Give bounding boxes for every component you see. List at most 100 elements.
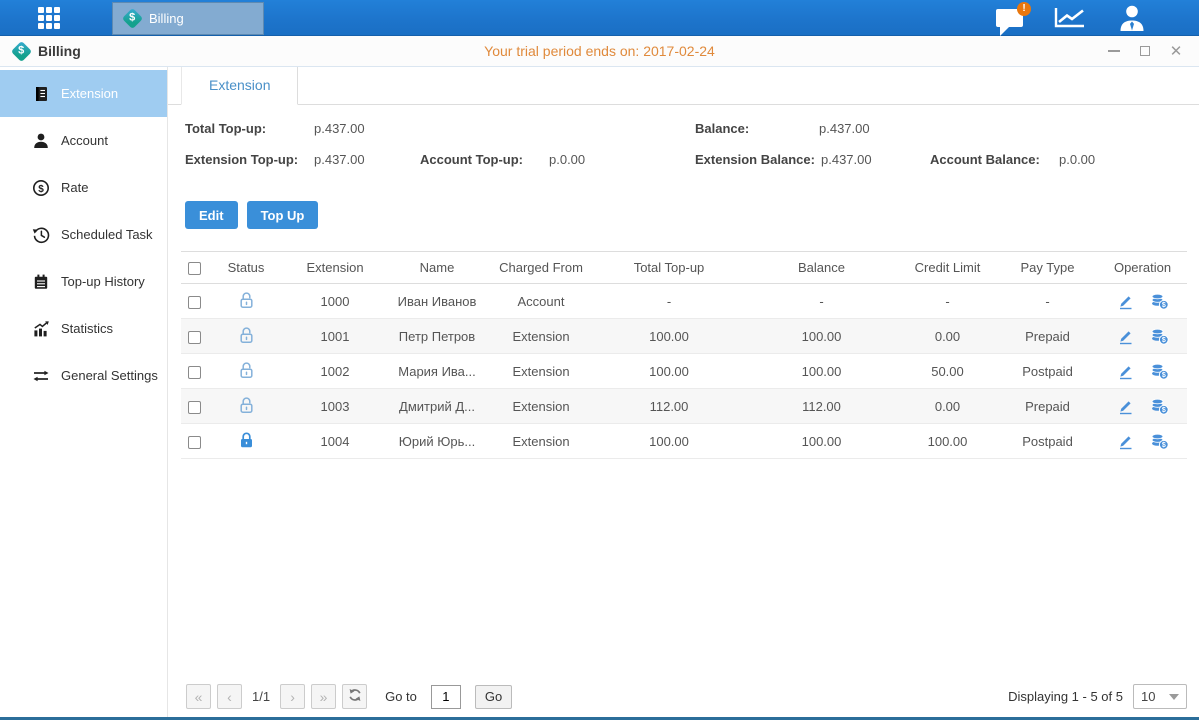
sidebar-item-topup-history[interactable]: Top-up History	[0, 258, 167, 305]
billing-app-window: $ Billing !	[0, 0, 1199, 720]
cell-balance: 100.00	[745, 424, 898, 459]
edit-row-icon[interactable]	[1117, 433, 1134, 450]
svg-text:$: $	[1161, 407, 1165, 414]
balance-value: p.437.00	[819, 121, 870, 136]
tab-extension[interactable]: Extension	[181, 67, 298, 105]
first-page-button[interactable]: «	[186, 684, 211, 709]
cell-extension: 1001	[285, 319, 385, 354]
billing-diamond-icon: $	[122, 8, 143, 29]
account-topup-value: p.0.00	[549, 152, 585, 167]
cell-total-topup: 112.00	[593, 389, 745, 424]
scheduled-task-icon	[31, 225, 50, 244]
edit-row-icon[interactable]	[1117, 363, 1134, 380]
sidebar-item-label: Extension	[61, 86, 118, 101]
cell-extension: 1003	[285, 389, 385, 424]
cell-extension: 1002	[285, 354, 385, 389]
sidebar-item-rate[interactable]: $ Rate	[0, 164, 167, 211]
next-page-button[interactable]: ›	[280, 684, 305, 709]
unlocked-icon	[238, 297, 255, 312]
displaying-text: Displaying 1 - 5 of 5	[1008, 689, 1123, 704]
unlocked-icon	[238, 402, 255, 417]
cell-charged-from: Extension	[489, 389, 593, 424]
cell-name: Петр Петров	[385, 319, 489, 354]
table-row: 1001 Петр Петров Extension 100.00 100.00…	[181, 319, 1187, 354]
sidebar-item-label: Top-up History	[61, 274, 145, 289]
goto-page-input[interactable]	[431, 685, 461, 709]
topup-row-icon[interactable]: $	[1150, 293, 1169, 310]
extension-balance-value: p.437.00	[821, 152, 872, 167]
topbar-billing-tab[interactable]: $ Billing	[112, 2, 264, 35]
topup-row-icon[interactable]: $	[1150, 433, 1169, 450]
row-checkbox[interactable]	[188, 366, 201, 379]
unlocked-icon	[238, 367, 255, 382]
cell-name: Мария Ива...	[385, 354, 489, 389]
edit-button[interactable]: Edit	[185, 201, 238, 229]
topup-row-icon[interactable]: $	[1150, 328, 1169, 345]
table-row: 1000 Иван Иванов Account - - - - $	[181, 284, 1187, 319]
cell-charged-from: Extension	[489, 319, 593, 354]
topup-button[interactable]: Top Up	[247, 201, 319, 229]
edit-row-icon[interactable]	[1117, 328, 1134, 345]
row-checkbox[interactable]	[188, 331, 201, 344]
account-topup-label: Account Top-up:	[420, 152, 523, 167]
extension-table: Status Extension Name Charged From Total…	[181, 251, 1187, 459]
rate-icon: $	[31, 178, 50, 197]
goto-label: Go to	[385, 689, 417, 704]
sidebar-item-extension[interactable]: Extension	[0, 70, 167, 117]
cell-pay-type: Postpaid	[997, 424, 1098, 459]
maximize-button[interactable]	[1138, 44, 1152, 58]
app-grid-icon[interactable]	[38, 7, 68, 29]
tab-bar: Extension	[168, 67, 1199, 105]
statistics-icon	[31, 319, 50, 338]
page-size-select[interactable]: 10	[1133, 684, 1187, 709]
sidebar-item-general-settings[interactable]: General Settings	[0, 352, 167, 399]
col-name: Name	[385, 252, 489, 284]
cell-charged-from: Extension	[489, 354, 593, 389]
cell-total-topup: 100.00	[593, 354, 745, 389]
locked-icon	[238, 437, 255, 452]
sidebar-item-label: General Settings	[61, 368, 158, 383]
close-button[interactable]: ✕	[1169, 44, 1183, 58]
edit-row-icon[interactable]	[1117, 398, 1134, 415]
notification-badge: !	[1017, 2, 1031, 16]
col-extension: Extension	[285, 252, 385, 284]
pagination-bar: « ‹ 1/1 › » Go to Go Displaying 1 - 5 of…	[186, 684, 1187, 709]
sidebar-item-account[interactable]: Account	[0, 117, 167, 164]
cell-pay-type: Prepaid	[997, 319, 1098, 354]
row-checkbox[interactable]	[188, 401, 201, 414]
svg-text:$: $	[38, 184, 44, 195]
cell-pay-type: Prepaid	[997, 389, 1098, 424]
user-account-icon[interactable]	[1117, 4, 1147, 31]
extension-topup-label: Extension Top-up:	[185, 152, 298, 167]
cell-name: Юрий Юрь...	[385, 424, 489, 459]
prev-page-button[interactable]: ‹	[217, 684, 242, 709]
total-topup-value: p.437.00	[314, 121, 365, 136]
cell-charged-from: Account	[489, 284, 593, 319]
row-checkbox[interactable]	[188, 436, 201, 449]
cell-name: Иван Иванов	[385, 284, 489, 319]
go-button[interactable]: Go	[475, 685, 512, 709]
cell-total-topup: -	[593, 284, 745, 319]
cell-credit-limit: 50.00	[898, 354, 997, 389]
sidebar: Extension Account $ Rate Scheduled Task	[0, 67, 168, 717]
cell-extension: 1004	[285, 424, 385, 459]
refresh-button[interactable]	[342, 684, 367, 709]
billing-summary: Total Top-up: p.437.00 Balance: p.437.00…	[168, 119, 1199, 185]
sidebar-item-statistics[interactable]: Statistics	[0, 305, 167, 352]
sidebar-item-scheduled-task[interactable]: Scheduled Task	[0, 211, 167, 258]
last-page-button[interactable]: »	[311, 684, 336, 709]
minimize-button[interactable]	[1107, 44, 1121, 58]
refresh-icon	[348, 688, 362, 705]
extension-icon	[31, 84, 50, 103]
svg-text:$: $	[1161, 372, 1165, 379]
topup-row-icon[interactable]: $	[1150, 363, 1169, 380]
topup-row-icon[interactable]: $	[1150, 398, 1169, 415]
balance-label: Balance:	[695, 121, 749, 136]
titlebar: $ Billing Your trial period ends on: 201…	[0, 36, 1199, 67]
row-checkbox[interactable]	[188, 296, 201, 309]
col-pay-type: Pay Type	[997, 252, 1098, 284]
edit-row-icon[interactable]	[1117, 293, 1134, 310]
select-all-checkbox[interactable]	[188, 262, 201, 275]
notifications-chat-icon[interactable]: !	[996, 9, 1023, 27]
reports-chart-icon[interactable]	[1053, 6, 1087, 30]
